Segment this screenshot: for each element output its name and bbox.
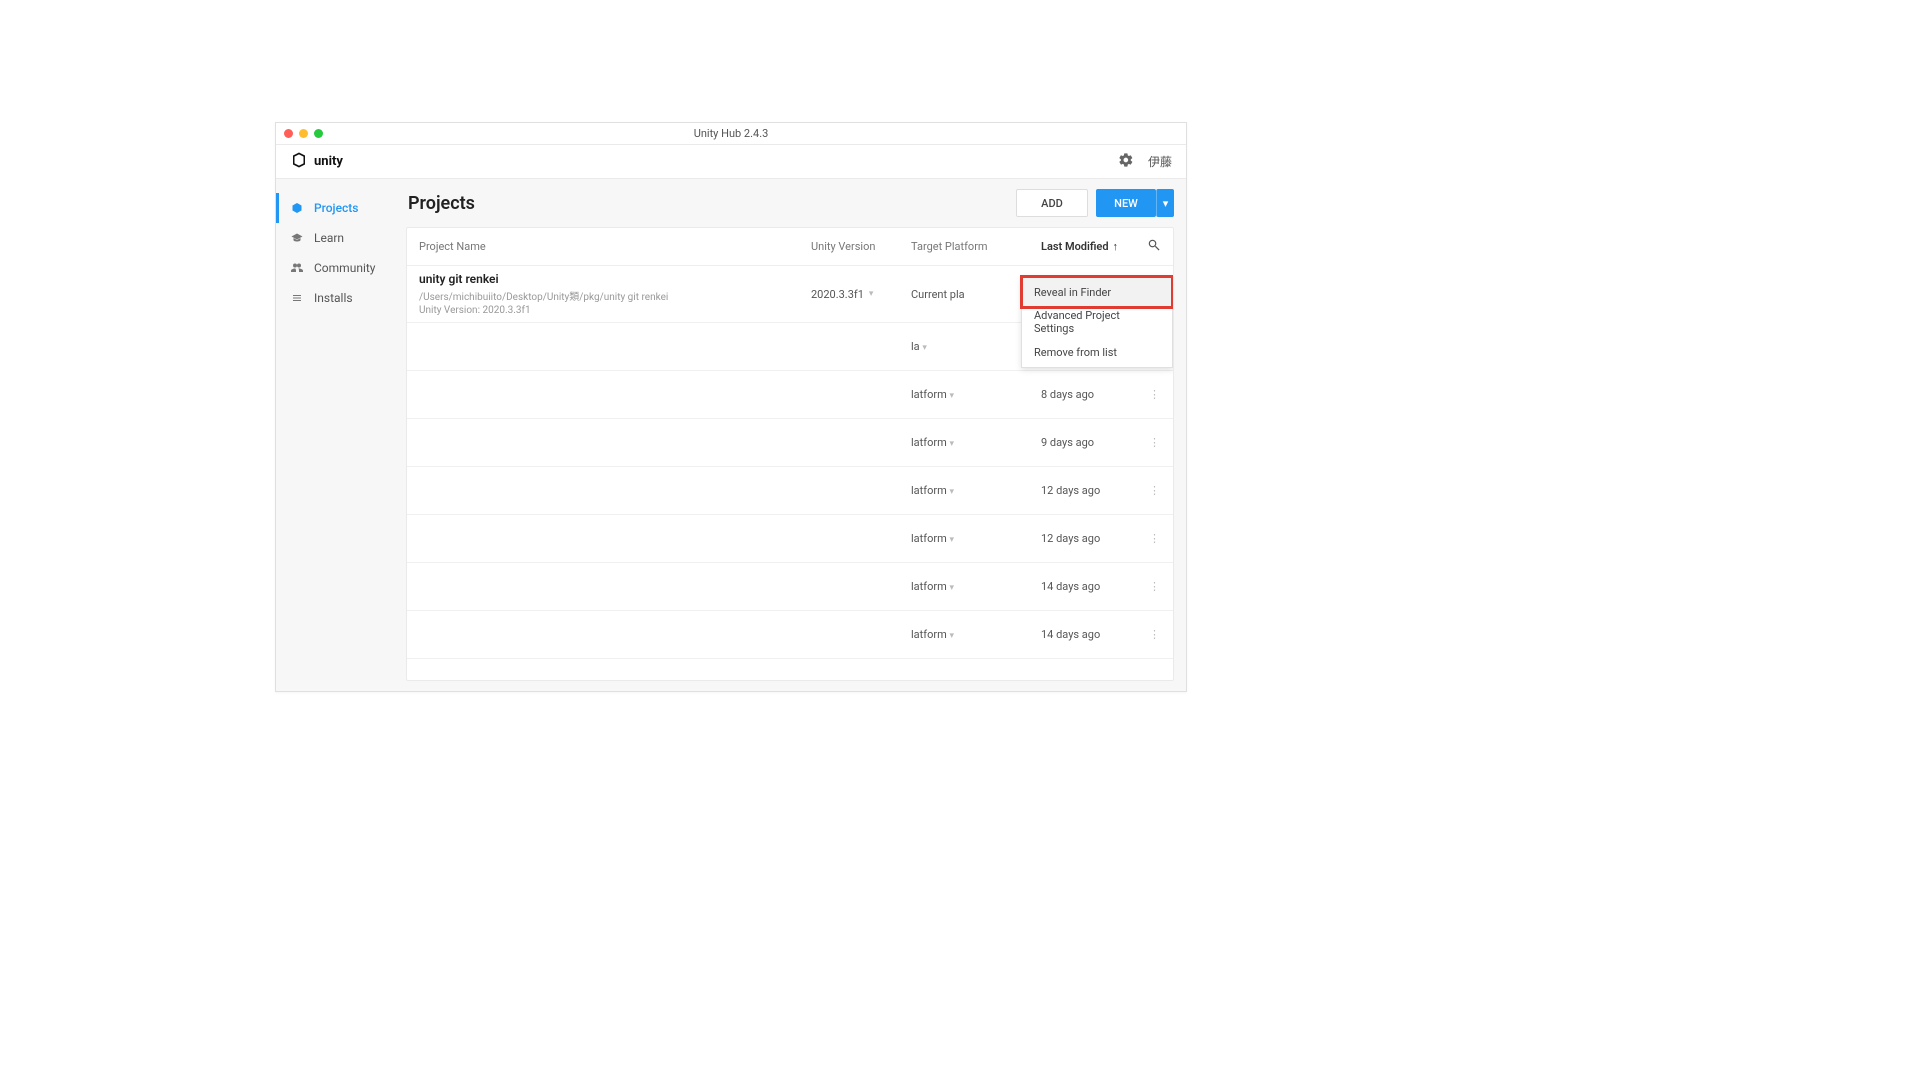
chevron-down-icon: ▾ xyxy=(1163,197,1169,210)
more-icon[interactable]: ⋮ xyxy=(1141,628,1161,641)
row-platform: latform ▾ xyxy=(911,388,1041,401)
arrow-up-icon: ↑ xyxy=(1113,240,1119,253)
more-icon[interactable]: ⋮ xyxy=(1141,388,1161,401)
ctx-remove-from-list[interactable]: Remove from list xyxy=(1022,337,1172,367)
chevron-down-icon[interactable]: ▾ xyxy=(949,487,954,497)
new-button[interactable]: NEW xyxy=(1096,189,1156,217)
search-icon[interactable] xyxy=(1141,238,1161,255)
table-row[interactable]: latform ▾9 days ago⋮ xyxy=(407,419,1173,467)
sidebar-item-label: Installs xyxy=(314,291,353,305)
table-row[interactable]: latform ▾14 days ago⋮ xyxy=(407,563,1173,611)
new-dropdown-button[interactable]: ▾ xyxy=(1156,189,1174,217)
more-icon[interactable]: ⋮ xyxy=(1141,580,1161,593)
chevron-down-icon[interactable]: ▾ xyxy=(949,439,954,449)
col-project-name[interactable]: Project Name xyxy=(419,240,811,253)
maximize-icon[interactable] xyxy=(314,129,323,138)
row-platform: latform ▾ xyxy=(911,484,1041,497)
row-modified: 12 days ago xyxy=(1041,532,1141,545)
more-icon[interactable]: ⋮ xyxy=(1141,484,1161,497)
header: unity 伊藤 xyxy=(276,145,1186,179)
row-modified: 14 days ago xyxy=(1041,628,1141,641)
row-platform: latform ▾ xyxy=(911,532,1041,545)
close-icon[interactable] xyxy=(284,129,293,138)
sidebar-item-label: Learn xyxy=(314,231,344,245)
add-button[interactable]: ADD xyxy=(1016,189,1088,217)
row-modified: 14 days ago xyxy=(1041,580,1141,593)
cube-icon xyxy=(290,202,304,214)
more-icon[interactable]: ⋮ xyxy=(1141,532,1161,545)
sidebar-item-projects[interactable]: Projects xyxy=(276,193,406,223)
sidebar-item-installs[interactable]: Installs xyxy=(276,283,406,313)
chevron-down-icon[interactable]: ▾ xyxy=(949,631,954,641)
titlebar: Unity Hub 2.4.3 xyxy=(276,123,1186,145)
page-title: Projects xyxy=(408,193,475,214)
sidebar-item-community[interactable]: Community xyxy=(276,253,406,283)
list-icon xyxy=(290,292,304,304)
project-version-line: Unity Version: 2020.3.3f1 xyxy=(419,305,811,316)
row-platform: latform ▾ xyxy=(911,628,1041,641)
row-platform: latform ▾ xyxy=(911,436,1041,449)
row-version: 2020.3.3f1 xyxy=(811,288,864,301)
table-row[interactable]: latform ▾14 days ago⋮ xyxy=(407,611,1173,659)
user-label[interactable]: 伊藤 xyxy=(1148,153,1172,170)
col-unity-version[interactable]: Unity Version xyxy=(811,240,911,253)
app-window: Unity Hub 2.4.3 unity 伊藤 Projects Lea xyxy=(275,122,1187,692)
sidebar-item-label: Community xyxy=(314,261,375,275)
col-last-modified[interactable]: Last Modified ↑ xyxy=(1041,240,1141,253)
project-path: /Users/michibuiito/Desktop/Unity類/pkg/un… xyxy=(419,288,811,303)
unity-logo-icon xyxy=(290,151,308,173)
chevron-down-icon[interactable]: ▾ xyxy=(922,343,927,353)
people-icon xyxy=(290,262,304,274)
col-target-platform[interactable]: Target Platform xyxy=(911,240,1041,253)
gear-icon[interactable] xyxy=(1118,152,1134,172)
window-controls xyxy=(284,129,323,138)
ctx-reveal-in-finder[interactable]: Reveal in Finder xyxy=(1022,277,1172,307)
chevron-down-icon[interactable]: ▾ xyxy=(949,391,954,401)
chevron-down-icon[interactable]: ▾ xyxy=(869,289,874,299)
sidebar-item-learn[interactable]: Learn xyxy=(276,223,406,253)
chevron-down-icon[interactable]: ▾ xyxy=(949,583,954,593)
sidebar-item-label: Projects xyxy=(314,201,358,215)
ctx-advanced-settings[interactable]: Advanced Project Settings xyxy=(1022,307,1172,337)
row-modified: 9 days ago xyxy=(1041,436,1141,449)
row-platform: latform ▾ xyxy=(911,580,1041,593)
table-row[interactable]: latform ▾12 days ago⋮ xyxy=(407,467,1173,515)
window-title: Unity Hub 2.4.3 xyxy=(694,127,769,140)
brand-label: unity xyxy=(314,154,343,169)
chevron-down-icon[interactable]: ▾ xyxy=(949,535,954,545)
row-modified: 8 days ago xyxy=(1041,388,1141,401)
table-row[interactable]: latform ▾12 days ago⋮ xyxy=(407,515,1173,563)
row-modified: 12 days ago xyxy=(1041,484,1141,497)
project-name: unity git renkei xyxy=(419,272,811,286)
graduation-cap-icon xyxy=(290,232,304,244)
more-icon[interactable]: ⋮ xyxy=(1141,436,1161,449)
context-menu: Reveal in Finder Advanced Project Settin… xyxy=(1021,276,1173,368)
sidebar: Projects Learn Community Installs xyxy=(276,179,406,691)
minimize-icon[interactable] xyxy=(299,129,308,138)
table-header: Project Name Unity Version Target Platfo… xyxy=(407,228,1173,266)
brand: unity xyxy=(290,151,343,173)
table-row[interactable]: latform ▾8 days ago⋮ xyxy=(407,371,1173,419)
projects-panel: Reveal in Finder Advanced Project Settin… xyxy=(406,227,1174,681)
